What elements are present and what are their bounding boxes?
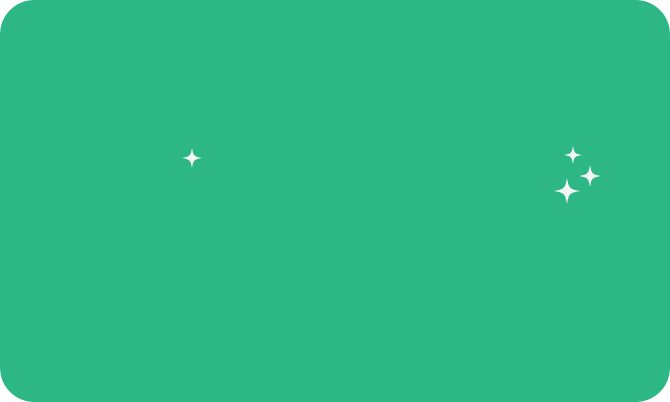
logo-background — [0, 0, 670, 402]
fillspark-logo — [0, 0, 670, 402]
logo-card — [0, 0, 670, 402]
